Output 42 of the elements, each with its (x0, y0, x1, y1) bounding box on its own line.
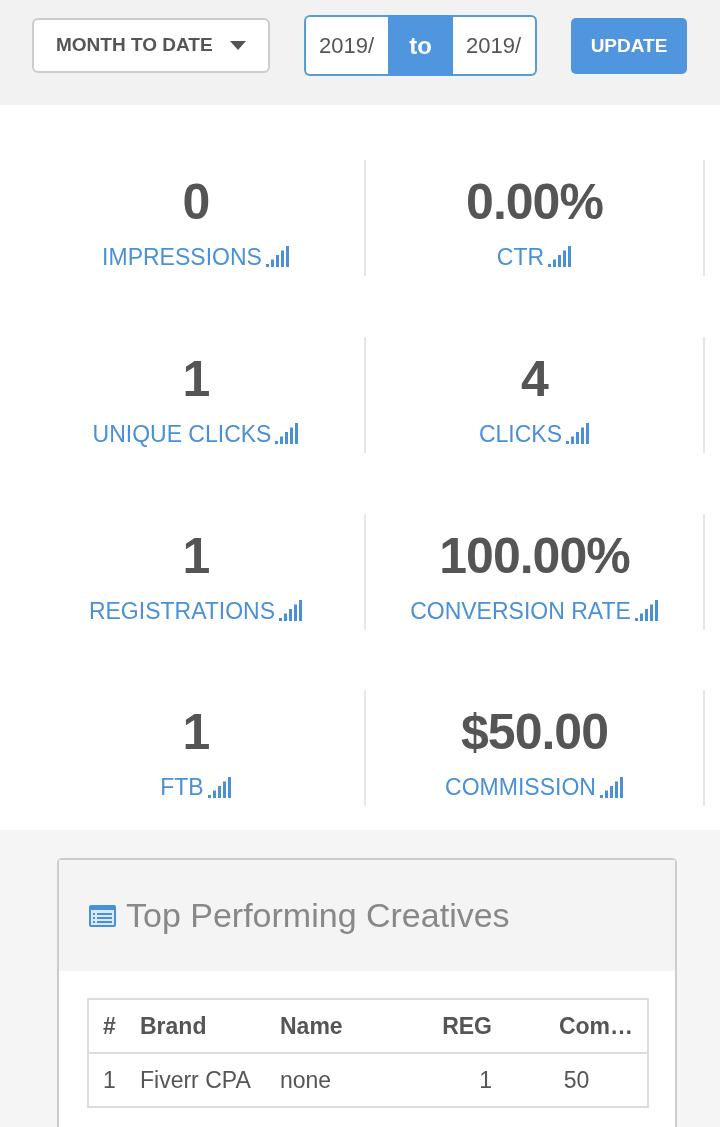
stat-link[interactable]: REGISTRATIONS (88, 593, 304, 628)
bar-chart-icon (634, 599, 659, 622)
stat-value: 4 (521, 353, 548, 404)
bar-chart-icon (566, 423, 591, 445)
column-header: REG (416, 999, 506, 1053)
table-cell: 1 (416, 1053, 506, 1107)
stat-link[interactable]: CLICKS (478, 416, 591, 452)
update-button[interactable]: UPDATE (571, 18, 687, 74)
table-cell: none (266, 1053, 416, 1107)
list-icon (89, 904, 116, 927)
stat-value: 1 (182, 353, 210, 404)
stat-value: $50.00 (461, 707, 608, 758)
stat-link[interactable]: COMMISSION (445, 770, 624, 805)
stat-value: 1 (182, 707, 210, 758)
date-separator: to (388, 15, 453, 76)
stat-link[interactable]: CONVERSION RATE (410, 593, 659, 628)
stat-value: 1 (182, 530, 210, 581)
caret-icon (230, 41, 246, 50)
column-header: Com… (506, 999, 648, 1053)
bar-chart-icon (279, 599, 304, 622)
table-cell: 50 (506, 1053, 648, 1107)
bar-chart-icon (275, 423, 300, 445)
bar-chart-icon (207, 776, 232, 799)
range-dropdown[interactable]: MONTH TO DATE (32, 18, 270, 73)
stat-value: 0.00% (466, 177, 603, 227)
bar-chart-icon (548, 246, 573, 269)
stat-link[interactable]: UNIQUE CLICKS (92, 416, 300, 452)
bar-chart-icon (265, 246, 290, 269)
stat-link[interactable]: IMPRESSIONS (102, 240, 290, 275)
stat-link[interactable]: CTR (496, 240, 573, 275)
stat-value: 100.00% (439, 530, 630, 581)
bar-chart-icon (599, 776, 624, 799)
panel-title: Top Performing Creatives (126, 895, 510, 936)
table-cell: 1 (88, 1053, 126, 1107)
column-header: Name (266, 999, 416, 1053)
stat-link[interactable]: FTB (160, 770, 232, 805)
table-cell: Fiverr CPA (126, 1053, 266, 1107)
date-field[interactable]: 2019/ (304, 15, 388, 76)
column-header: # (88, 999, 126, 1053)
date-field[interactable]: 2019/ (453, 15, 537, 76)
stat-value: 0 (182, 177, 210, 227)
column-header: Brand (126, 999, 266, 1053)
